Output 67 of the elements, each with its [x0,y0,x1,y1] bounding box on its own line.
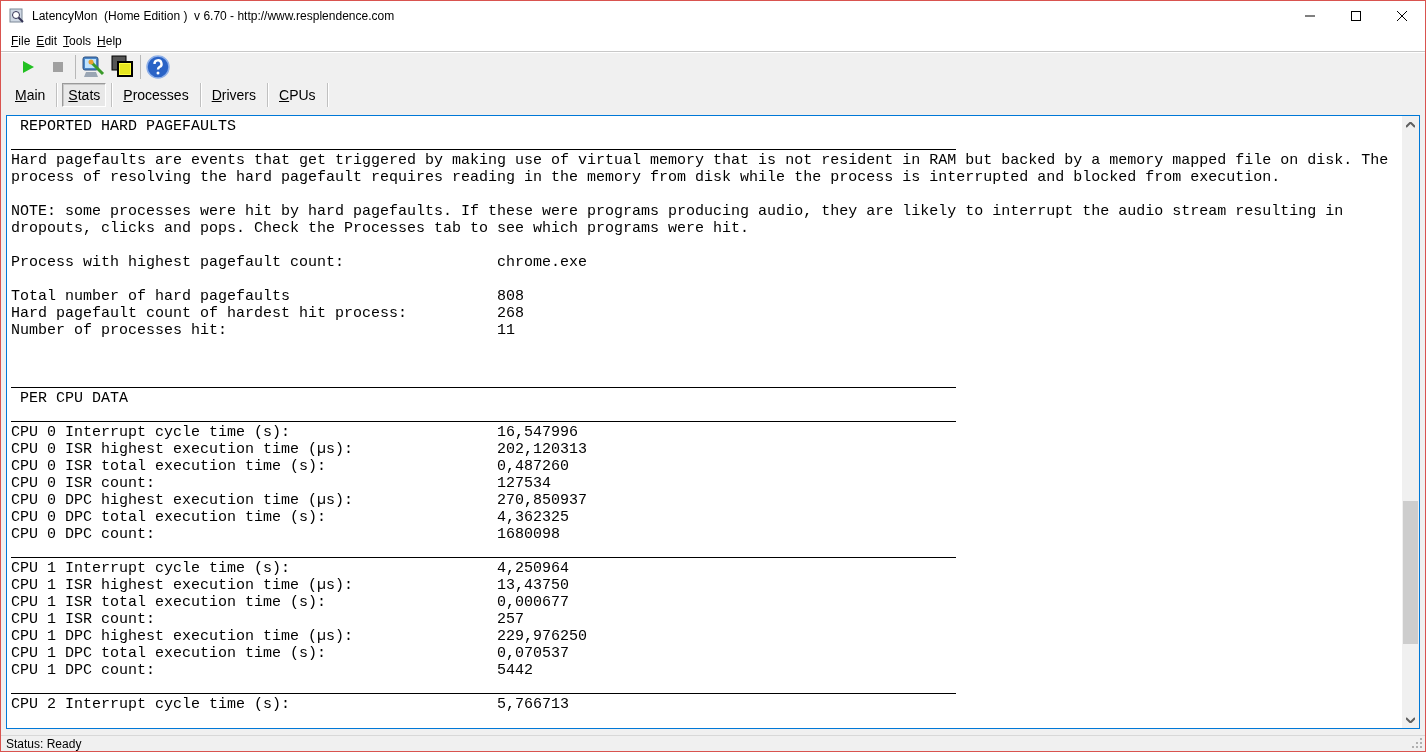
stat-value: 16,547996 [497,424,579,441]
stat-label: CPU 1 DPC count: [11,662,156,679]
tab[interactable]: Stats [62,82,107,107]
stat-label: CPU 1 ISR total execution time (s): [11,594,327,611]
stat-label: CPU 1 ISR count: [11,611,156,628]
scrollbar[interactable] [1402,116,1419,728]
chevron-down-icon [1406,716,1415,723]
menu-item[interactable]: File [8,32,34,50]
stat-label: CPU 0 Interrupt cycle time (s): [11,424,291,441]
stat-value: 229,976250 [497,628,588,645]
stat-label: CPU 1 ISR highest execution time (µs): [11,577,354,594]
stat-value: 268 [497,305,525,322]
stat-label: CPU 0 DPC highest execution time (µs): [11,492,354,509]
stat-label: CPU 1 DPC total execution time (s): [11,645,327,662]
stat-value: 13,43750 [497,577,570,594]
stat-label: Process with highest pagefault count: [11,254,345,271]
overlapping-windows-icon [111,55,135,79]
stat-value: 127534 [497,475,552,492]
tab[interactable]: CPUs [273,82,322,107]
tab[interactable]: Processes [117,82,195,107]
stat-value: 4,362325 [497,509,570,526]
stop-icon [51,60,65,74]
stat-value: 202,120313 [497,441,588,458]
stat-label: CPU 0 ISR total execution time (s): [11,458,327,475]
stat-label: CPU 0 DPC count: [11,526,156,543]
tab[interactable]: Drivers [205,82,262,107]
computer-icon [81,55,105,79]
help-button[interactable] [143,54,173,80]
resize-grip-icon[interactable] [1412,738,1423,749]
play-icon [21,60,35,74]
stat-value: 1680098 [497,526,561,543]
stat-value: 257 [497,611,525,628]
section-heading: REPORTED HARD PAGEFAULTS [19,118,238,135]
app-icon [9,8,25,24]
window-title: LatencyMon (Home Edition ) v 6.70 - http://www.resplendence.com [32,9,396,23]
stat-value: 0,070537 [497,645,570,662]
stat-label: Total number of hard pagefaults [11,288,291,305]
stat-label: Hard pagefault count of hardest hit process: [11,305,408,322]
stat-label: CPU 1 Interrupt cycle time (s): [11,560,291,577]
stat-value: 808 [497,288,525,305]
description-paragraph: Hard pagefaults are events that get triggered by making use of virtual memory that is not resident in RAM but backed by a memory mapped file on disk. The process of resolving the hard pagefault requires reading in the memory from disk while the process is interrupted and blocked from execution. [11,152,1390,186]
stat-label: CPU 2 Interrupt cycle time (s): [11,696,291,713]
stat-label: CPU 0 ISR count: [11,475,156,492]
stat-label: CPU 1 DPC highest execution time (µs): [11,628,354,645]
stat-value: 11 [497,322,516,339]
scrollbar-thumb[interactable] [1403,501,1418,644]
menu-item[interactable]: Tools [60,32,95,50]
stat-value: 270,850937 [497,492,588,509]
stat-value: chrome.exe [497,254,588,271]
section-heading: PER CPU DATA [19,390,130,407]
stat-label: CPU 0 DPC total execution time (s): [11,509,327,526]
description-paragraph: NOTE: some processes were hit by hard pagefaults. If these were programs producing audio, they are likely to interrupt the audio stream resulting in dropouts, clicks and pops. Check the Processes tab to see which programs were hit. [11,203,1345,237]
stat-value: 5442 [497,662,534,679]
tab[interactable]: Main [9,82,52,107]
stat-value: 5,766713 [497,696,570,713]
status-text: Status: Ready [6,736,82,751]
stat-label: CPU 0 ISR highest execution time (µs): [11,441,354,458]
menu-item[interactable]: Edit [33,32,61,50]
chevron-up-icon [1406,121,1415,128]
close-icon [1397,11,1407,21]
maximize-icon [1351,11,1361,21]
stat-value: 4,250964 [497,560,570,577]
stat-value: 0,000677 [497,594,570,611]
stat-value: 0,487260 [497,458,570,475]
stat-label: Number of processes hit: [11,322,228,339]
help-icon [146,55,170,79]
menu-item[interactable]: Help [94,32,125,50]
